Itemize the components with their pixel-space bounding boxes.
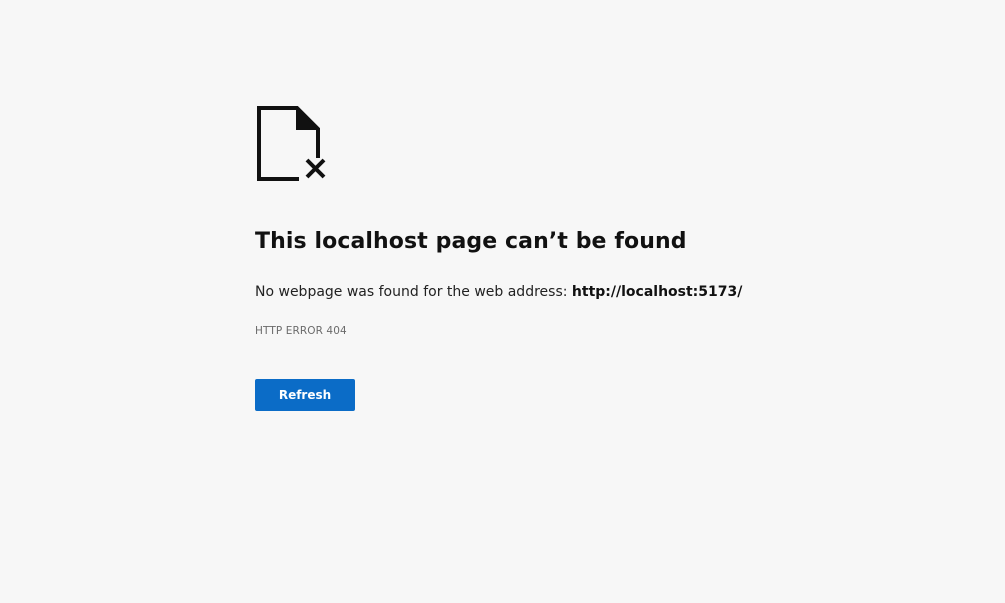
error-message: No webpage was found for the web address… xyxy=(255,282,955,302)
error-url: http://localhost:5173/ xyxy=(571,284,743,300)
page-not-found-icon xyxy=(257,106,329,182)
refresh-button[interactable]: Refresh xyxy=(255,379,355,411)
error-code: HTTP ERROR 404 xyxy=(255,325,347,337)
error-content: This localhost page can’t be found No we… xyxy=(255,106,955,411)
page-title: This localhost page can’t be found xyxy=(255,229,687,254)
error-page: This localhost page can’t be found No we… xyxy=(0,0,1005,603)
error-message-text: No webpage was found for the web address… xyxy=(255,284,572,300)
